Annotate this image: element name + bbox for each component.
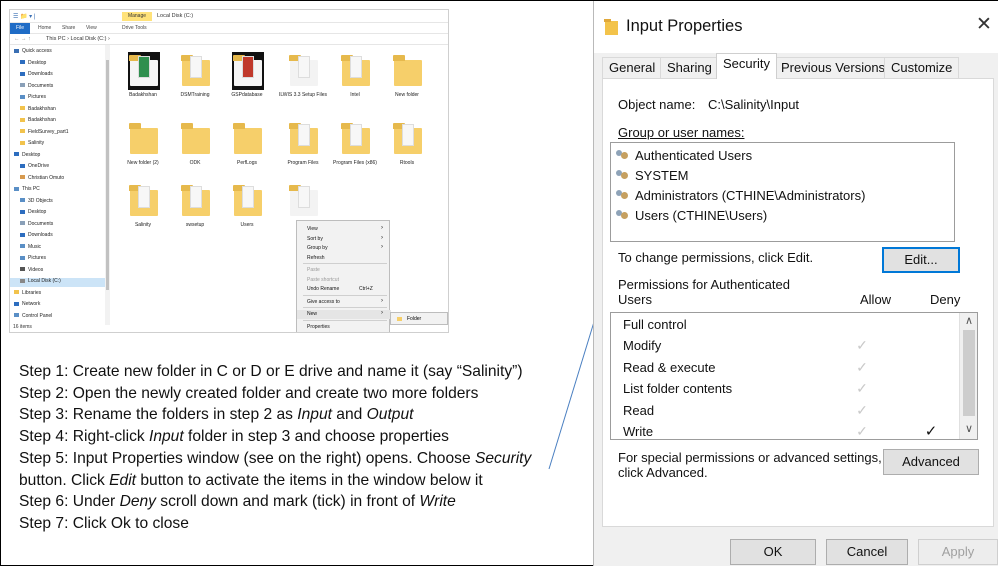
permissions-scrollbar[interactable]: ∧ ∨ [959,313,977,439]
group-names-label: Group or user names: [618,125,745,140]
permission-name: Read [623,402,655,418]
screenshot-root: ☰ 📁 ▾ | Manage Local Disk (C:) File Home… [0,0,998,566]
object-name-value: C:\Salinity\Input [708,97,800,112]
user-users[interactable]: Users (CTHINE\Users) [615,206,767,225]
permission-name: Write [623,424,654,439]
permission-row: Full control [611,314,959,336]
permission-name: List folder contents [623,381,733,397]
permission-row: Read ✓ [611,400,959,422]
allow-column-header: Allow [860,292,892,307]
input-properties-dialog: Input Properties ✕ General Sharing Secur… [593,1,998,566]
user-system[interactable]: SYSTEM [615,166,688,185]
permission-row: List folder contents ✓ [611,378,959,400]
allow-checkbox[interactable]: ✓ [854,421,870,439]
permissions-for-label-user: Users [618,292,652,307]
user-authenticated-users[interactable]: Authenticated Users [615,146,752,165]
users-group-icon [615,170,631,181]
apply-button[interactable]: Apply [918,539,998,565]
permission-row: Read & execute ✓ [611,357,959,379]
scrollbar-thumb[interactable] [963,330,975,416]
folder-icon [604,19,618,35]
special-permissions-text: For special permissions or advanced sett… [618,450,882,465]
permissions-for-label: Permissions for Authenticated [618,277,790,292]
user-administrators[interactable]: Administrators (CTHINE\Administrators) [615,186,865,205]
close-icon[interactable]: ✕ [976,15,992,35]
deny-checkbox[interactable]: ✓ [923,421,939,439]
allow-checkbox[interactable]: ✓ [854,335,870,357]
scroll-down-icon[interactable]: ∨ [960,421,977,437]
allow-checkbox[interactable]: ✓ [854,378,870,400]
user-list: Authenticated Users SYSTEM Administrator… [610,142,955,242]
dialog-title: Input Properties [626,17,743,35]
users-group-icon [615,150,631,161]
allow-checkbox[interactable]: ✓ [854,400,870,422]
permission-name: Full control [623,317,687,332]
edit-button[interactable]: Edit... [882,247,960,273]
change-permissions-text: To change permissions, click Edit. [618,250,814,265]
ok-button[interactable]: OK [730,539,816,565]
permission-name: Read & execute [623,359,716,375]
permission-row: Modify ✓ [611,335,959,357]
object-name-label: Object name: [618,97,696,112]
users-group-icon [615,210,631,221]
scroll-up-icon[interactable]: ∧ [960,313,977,329]
advanced-button[interactable]: Advanced [883,449,979,475]
tab-customize[interactable]: Customize [884,57,960,78]
cancel-button[interactable]: Cancel [826,539,908,565]
allow-checkbox[interactable]: ✓ [854,357,870,379]
permissions-list: Full control Modify ✓ Read & execute ✓ List f… [610,312,978,440]
tab-security[interactable]: Security [716,53,777,79]
tab-general[interactable]: General [602,57,663,78]
users-group-icon [615,190,631,201]
deny-column-header: Deny [930,292,961,307]
tab-previous-versions[interactable]: Previous Versions [774,57,893,78]
permission-row: Write ✓ ✓ [611,421,959,439]
special-permissions-text-2: click Advanced. [618,465,708,480]
dialog-title-bar: Input Properties ✕ [594,1,998,53]
permission-name: Modify [623,338,662,354]
tab-sharing[interactable]: Sharing [660,57,719,78]
